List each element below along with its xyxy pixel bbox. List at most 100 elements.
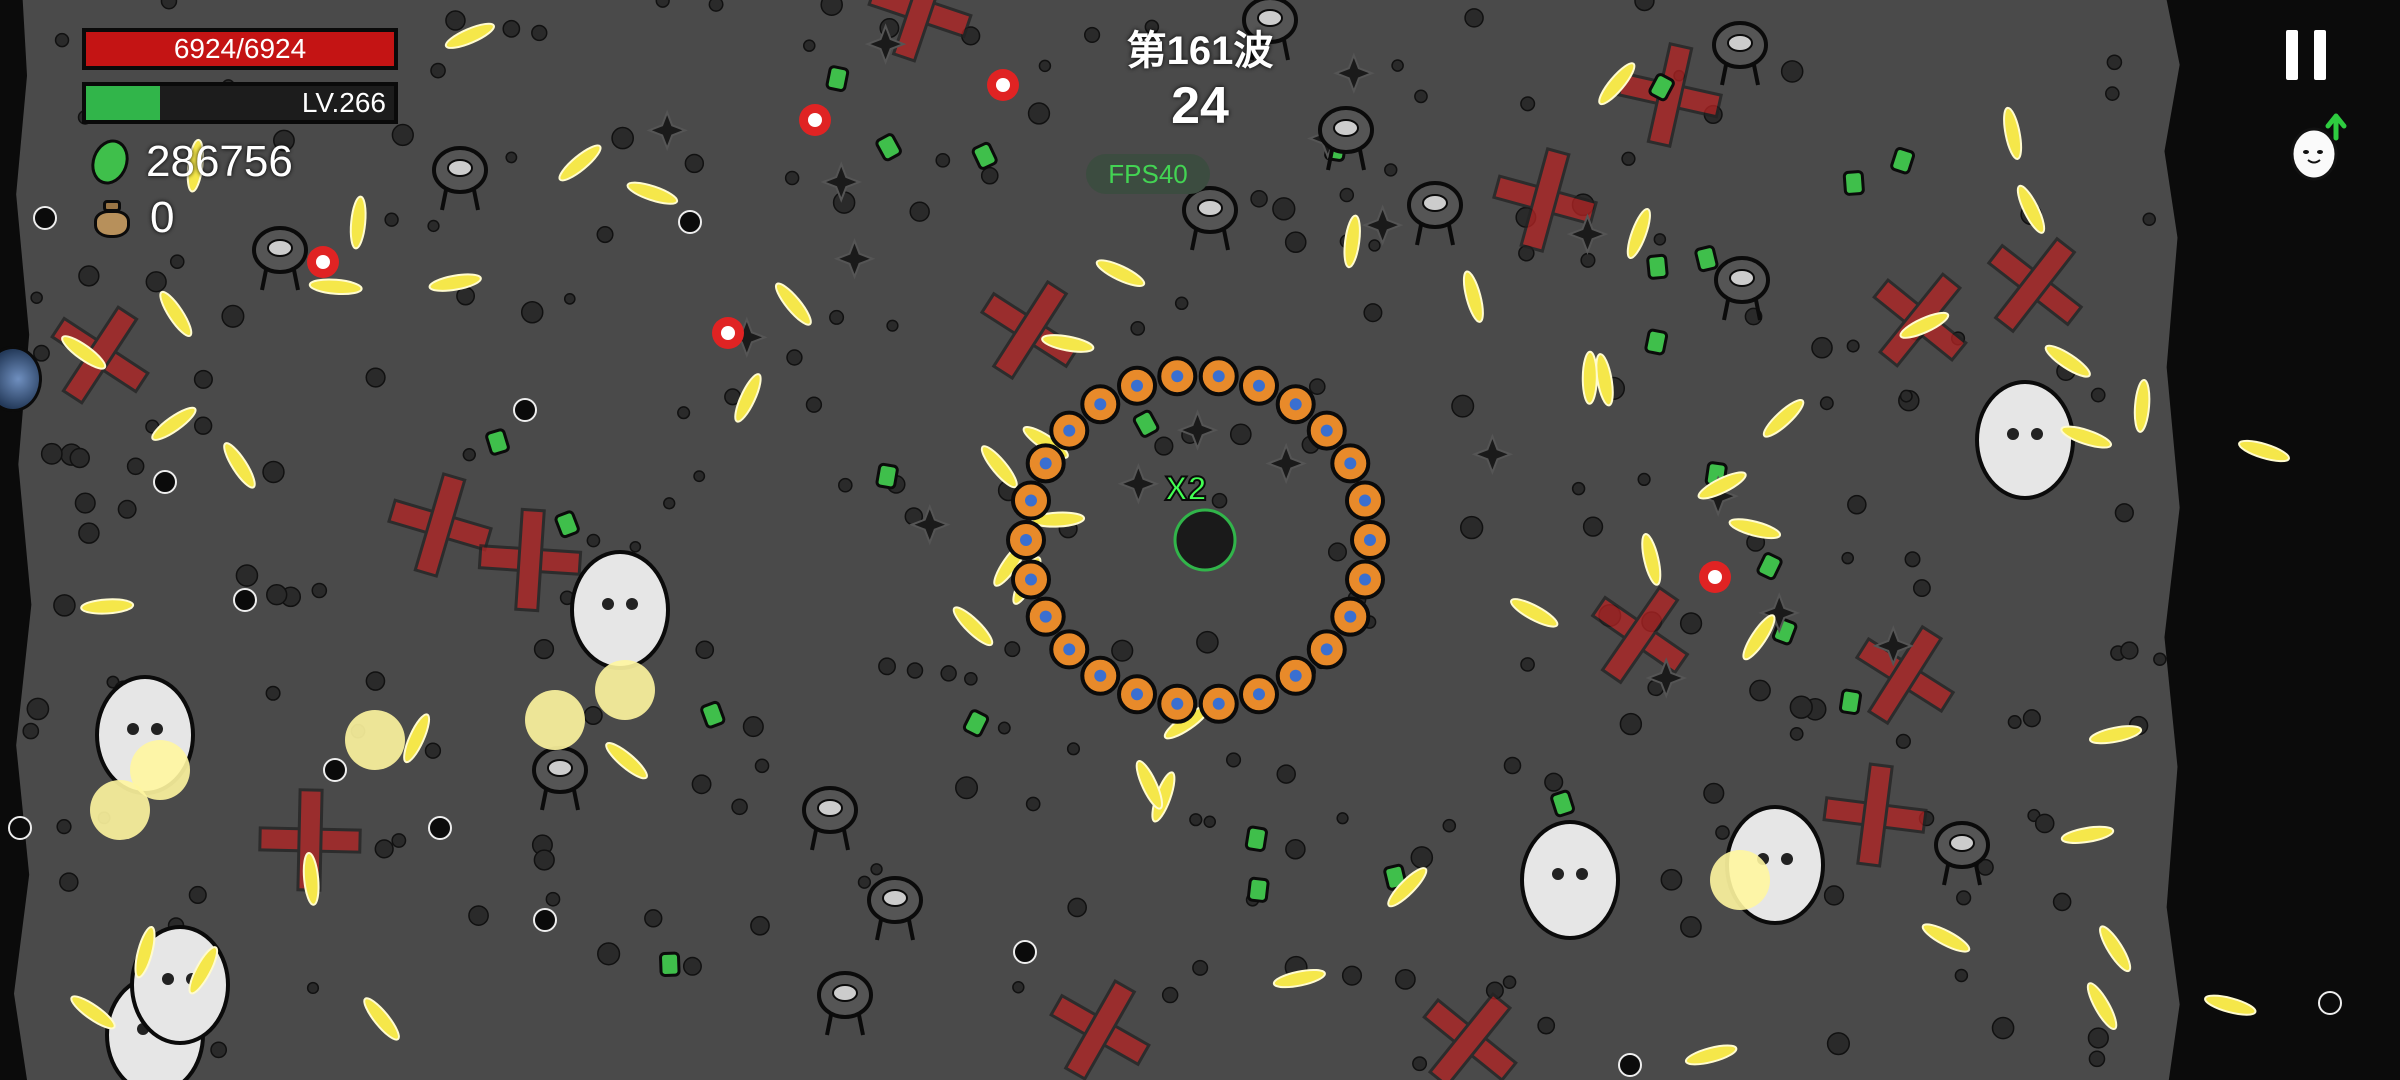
green-gem — [1247, 876, 1270, 903]
glow-orb — [525, 690, 585, 750]
debris-rock — [2106, 54, 2123, 71]
ghost-eye — [1781, 853, 1793, 865]
debris-rock — [468, 905, 489, 926]
robot-leg — [825, 1014, 833, 1036]
yellow-bullet — [980, 445, 1018, 489]
debris-rock — [655, 0, 670, 8]
debris-rock — [663, 497, 676, 510]
debris-rock — [583, 705, 603, 726]
debris-rock — [1819, 396, 1834, 411]
robot-eye — [1727, 34, 1753, 52]
yellow-bullet — [1581, 350, 1598, 405]
debris-rock — [427, 219, 440, 233]
yellow-bullet — [308, 278, 363, 296]
debris-rock — [235, 564, 259, 587]
robot-leg — [472, 189, 480, 211]
black-bomb — [1013, 940, 1037, 964]
debris-rock — [1899, 389, 1913, 403]
shuriken — [1265, 442, 1307, 485]
debris-rock — [693, 470, 706, 483]
orbit-drone-core — [1344, 610, 1357, 623]
debris-rock — [1276, 764, 1296, 784]
debris-rock — [1679, 612, 1703, 635]
shuriken — [1361, 204, 1404, 246]
debris-rock — [1027, 102, 1051, 125]
money-bag-icon — [92, 198, 132, 238]
robot-leg — [1752, 64, 1760, 86]
shuriken — [1471, 433, 1514, 476]
debris-rock — [531, 24, 548, 42]
yellow-bullet — [349, 195, 367, 250]
yellow-bullet — [363, 997, 400, 1041]
debris-rock — [940, 665, 957, 682]
debris-rock — [365, 367, 386, 388]
orbit-drone-core — [1063, 643, 1076, 656]
debris-rock — [1285, 838, 1306, 860]
yellow-bullet — [558, 144, 602, 182]
yellow-bullet — [1641, 533, 1662, 586]
black-bomb — [1618, 1053, 1642, 1077]
orbit-drone-core — [1252, 379, 1265, 392]
debris-rock — [1412, 1056, 1428, 1072]
debris-rock — [1410, 846, 1434, 869]
gem-counter: 286756 — [85, 134, 293, 190]
robot-eye — [817, 799, 843, 817]
debris-rock — [1502, 975, 1517, 990]
debris-rock — [695, 640, 715, 660]
debris-rock — [22, 722, 40, 740]
fps-badge: FPS40 — [1086, 154, 1210, 194]
green-gem — [962, 709, 990, 738]
debris-rock — [682, 956, 702, 976]
yellow-bullet — [2204, 994, 2257, 1016]
debris-rock — [2090, 387, 2106, 403]
robot-leg — [857, 1014, 865, 1036]
green-gem — [875, 133, 902, 162]
shuriken — [820, 161, 863, 203]
debris-rock — [2088, 1050, 2106, 1068]
debris-rock — [1442, 818, 1457, 833]
red-shot-core — [996, 78, 1010, 92]
debris-rock — [1503, 756, 1522, 775]
debris-rock — [117, 499, 137, 519]
glow-orb — [1710, 850, 1770, 910]
red-x-mark — [50, 305, 150, 405]
debris-rock — [820, 0, 843, 16]
debris-rock — [445, 10, 466, 31]
debris-rock — [597, 942, 621, 966]
orbit-drone-core — [1094, 669, 1107, 682]
debris-rock — [838, 477, 853, 493]
debris-rock — [1384, 163, 1398, 177]
debris-rock — [1363, 303, 1383, 323]
robot-eye — [1197, 199, 1223, 217]
debris-rock — [424, 742, 442, 759]
red-x-mark — [867, 0, 973, 63]
green-gem — [875, 462, 899, 490]
debris-rock — [78, 522, 100, 544]
debris-rock — [30, 291, 43, 304]
orbit-drone-core — [1131, 688, 1144, 701]
orbit-drone-core — [1063, 424, 1076, 437]
ghost-eye — [626, 598, 638, 610]
black-bomb — [323, 758, 347, 782]
debris-rock — [1336, 812, 1349, 825]
orbit-drone-core — [1094, 398, 1107, 411]
debris-rock — [980, 166, 999, 185]
debris-rock — [1520, 657, 1535, 672]
red-shot-core — [1708, 570, 1722, 584]
debris-rock — [265, 685, 281, 701]
red-shot-core — [316, 255, 330, 269]
debris-rock — [262, 460, 285, 484]
player-character — [1173, 508, 1237, 572]
egg-companion-button[interactable] — [2286, 112, 2352, 182]
debris-rock — [2114, 503, 2134, 523]
orbit-drone-core — [1364, 534, 1376, 546]
debris-rock — [802, 39, 816, 52]
debris-rock — [1991, 1016, 2015, 1040]
level-text: LV.266 — [301, 87, 386, 118]
debris-rock — [2022, 709, 2041, 728]
robot-eye — [1949, 834, 1975, 852]
shuriken — [1176, 409, 1219, 451]
debris-rock — [169, 254, 185, 269]
pause-button[interactable] — [2282, 30, 2330, 80]
pause-icon — [2286, 30, 2298, 80]
